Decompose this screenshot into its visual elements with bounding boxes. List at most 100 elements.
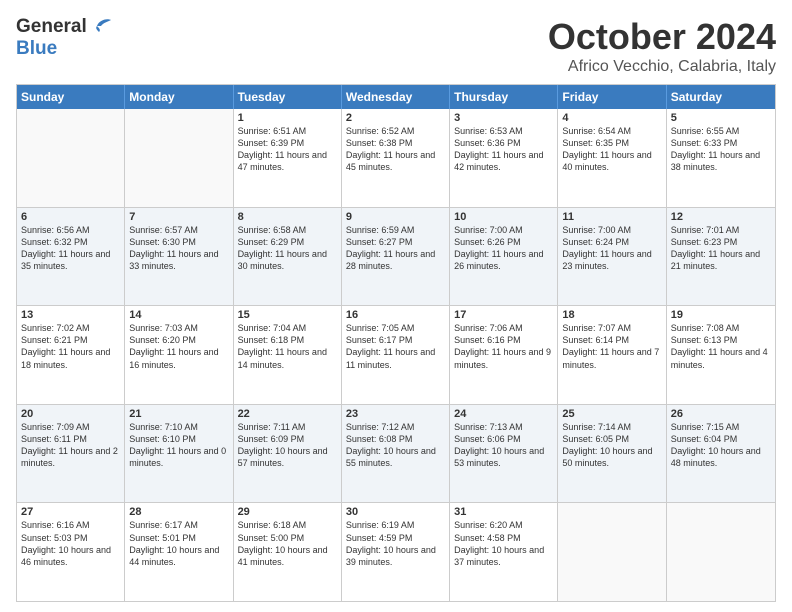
day-number: 10 [454,211,553,223]
logo-blue: Blue [16,38,57,59]
day-number: 31 [454,506,553,518]
day-cell-25: 25Sunrise: 7:14 AMSunset: 6:05 PMDayligh… [558,405,666,503]
day-cell-3: 3Sunrise: 6:53 AMSunset: 6:36 PMDaylight… [450,109,558,207]
calendar-body: 1Sunrise: 6:51 AMSunset: 6:39 PMDaylight… [17,109,775,601]
calendar-page: General Blue October 2024 Africo Vecchio… [0,0,792,612]
day-info: Sunrise: 7:00 AMSunset: 6:26 PMDaylight:… [454,224,553,273]
day-number: 19 [671,309,771,321]
empty-cell [558,503,666,601]
day-header-saturday: Saturday [667,85,775,109]
day-number: 22 [238,408,337,420]
day-cell-13: 13Sunrise: 7:02 AMSunset: 6:21 PMDayligh… [17,306,125,404]
day-number: 26 [671,408,771,420]
day-cell-2: 2Sunrise: 6:52 AMSunset: 6:38 PMDaylight… [342,109,450,207]
calendar-row-3: 13Sunrise: 7:02 AMSunset: 6:21 PMDayligh… [17,305,775,404]
day-info: Sunrise: 6:19 AMSunset: 4:59 PMDaylight:… [346,519,445,568]
day-cell-7: 7Sunrise: 6:57 AMSunset: 6:30 PMDaylight… [125,208,233,306]
day-cell-26: 26Sunrise: 7:15 AMSunset: 6:04 PMDayligh… [667,405,775,503]
month-title: October 2024 [548,16,776,58]
day-cell-1: 1Sunrise: 6:51 AMSunset: 6:39 PMDaylight… [234,109,342,207]
day-header-sunday: Sunday [17,85,125,109]
day-header-tuesday: Tuesday [234,85,342,109]
header: General Blue October 2024 Africo Vecchio… [16,16,776,76]
day-info: Sunrise: 6:52 AMSunset: 6:38 PMDaylight:… [346,125,445,174]
day-info: Sunrise: 7:11 AMSunset: 6:09 PMDaylight:… [238,421,337,470]
day-number: 2 [346,112,445,124]
day-number: 24 [454,408,553,420]
day-info: Sunrise: 7:15 AMSunset: 6:04 PMDaylight:… [671,421,771,470]
day-info: Sunrise: 7:02 AMSunset: 6:21 PMDaylight:… [21,322,120,371]
day-number: 5 [671,112,771,124]
day-number: 15 [238,309,337,321]
day-cell-30: 30Sunrise: 6:19 AMSunset: 4:59 PMDayligh… [342,503,450,601]
day-cell-31: 31Sunrise: 6:20 AMSunset: 4:58 PMDayligh… [450,503,558,601]
day-cell-5: 5Sunrise: 6:55 AMSunset: 6:33 PMDaylight… [667,109,775,207]
day-number: 21 [129,408,228,420]
day-number: 4 [562,112,661,124]
day-number: 3 [454,112,553,124]
day-number: 20 [21,408,120,420]
day-info: Sunrise: 6:20 AMSunset: 4:58 PMDaylight:… [454,519,553,568]
calendar-row-4: 20Sunrise: 7:09 AMSunset: 6:11 PMDayligh… [17,404,775,503]
day-info: Sunrise: 7:10 AMSunset: 6:10 PMDaylight:… [129,421,228,470]
day-info: Sunrise: 6:18 AMSunset: 5:00 PMDaylight:… [238,519,337,568]
calendar: SundayMondayTuesdayWednesdayThursdayFrid… [16,84,776,602]
day-cell-9: 9Sunrise: 6:59 AMSunset: 6:27 PMDaylight… [342,208,450,306]
day-number: 23 [346,408,445,420]
day-cell-8: 8Sunrise: 6:58 AMSunset: 6:29 PMDaylight… [234,208,342,306]
day-info: Sunrise: 6:58 AMSunset: 6:29 PMDaylight:… [238,224,337,273]
day-cell-22: 22Sunrise: 7:11 AMSunset: 6:09 PMDayligh… [234,405,342,503]
day-info: Sunrise: 7:09 AMSunset: 6:11 PMDaylight:… [21,421,120,470]
day-info: Sunrise: 7:07 AMSunset: 6:14 PMDaylight:… [562,322,661,371]
day-cell-12: 12Sunrise: 7:01 AMSunset: 6:23 PMDayligh… [667,208,775,306]
day-info: Sunrise: 7:03 AMSunset: 6:20 PMDaylight:… [129,322,228,371]
day-info: Sunrise: 7:00 AMSunset: 6:24 PMDaylight:… [562,224,661,273]
empty-cell [125,109,233,207]
day-info: Sunrise: 7:12 AMSunset: 6:08 PMDaylight:… [346,421,445,470]
day-number: 7 [129,211,228,223]
day-number: 16 [346,309,445,321]
calendar-row-5: 27Sunrise: 6:16 AMSunset: 5:03 PMDayligh… [17,502,775,601]
day-info: Sunrise: 7:06 AMSunset: 6:16 PMDaylight:… [454,322,553,371]
day-number: 9 [346,211,445,223]
day-info: Sunrise: 6:55 AMSunset: 6:33 PMDaylight:… [671,125,771,174]
day-header-wednesday: Wednesday [342,85,450,109]
day-cell-6: 6Sunrise: 6:56 AMSunset: 6:32 PMDaylight… [17,208,125,306]
day-cell-27: 27Sunrise: 6:16 AMSunset: 5:03 PMDayligh… [17,503,125,601]
day-number: 13 [21,309,120,321]
day-header-monday: Monday [125,85,233,109]
day-info: Sunrise: 7:08 AMSunset: 6:13 PMDaylight:… [671,322,771,371]
day-number: 8 [238,211,337,223]
logo-bird-icon [89,18,111,34]
day-number: 11 [562,211,661,223]
day-cell-4: 4Sunrise: 6:54 AMSunset: 6:35 PMDaylight… [558,109,666,207]
day-info: Sunrise: 6:53 AMSunset: 6:36 PMDaylight:… [454,125,553,174]
day-number: 27 [21,506,120,518]
day-number: 17 [454,309,553,321]
calendar-header: SundayMondayTuesdayWednesdayThursdayFrid… [17,85,775,109]
day-info: Sunrise: 7:04 AMSunset: 6:18 PMDaylight:… [238,322,337,371]
day-info: Sunrise: 6:57 AMSunset: 6:30 PMDaylight:… [129,224,228,273]
location-subtitle: Africo Vecchio, Calabria, Italy [548,58,776,76]
day-cell-28: 28Sunrise: 6:17 AMSunset: 5:01 PMDayligh… [125,503,233,601]
calendar-row-1: 1Sunrise: 6:51 AMSunset: 6:39 PMDaylight… [17,109,775,207]
day-cell-18: 18Sunrise: 7:07 AMSunset: 6:14 PMDayligh… [558,306,666,404]
day-number: 28 [129,506,228,518]
day-info: Sunrise: 6:59 AMSunset: 6:27 PMDaylight:… [346,224,445,273]
day-number: 18 [562,309,661,321]
day-number: 12 [671,211,771,223]
day-info: Sunrise: 6:16 AMSunset: 5:03 PMDaylight:… [21,519,120,568]
day-number: 25 [562,408,661,420]
empty-cell [17,109,125,207]
day-info: Sunrise: 6:51 AMSunset: 6:39 PMDaylight:… [238,125,337,174]
day-info: Sunrise: 7:05 AMSunset: 6:17 PMDaylight:… [346,322,445,371]
day-cell-16: 16Sunrise: 7:05 AMSunset: 6:17 PMDayligh… [342,306,450,404]
day-number: 1 [238,112,337,124]
day-cell-17: 17Sunrise: 7:06 AMSunset: 6:16 PMDayligh… [450,306,558,404]
logo: General Blue [16,16,111,60]
day-number: 29 [238,506,337,518]
day-info: Sunrise: 6:54 AMSunset: 6:35 PMDaylight:… [562,125,661,174]
day-info: Sunrise: 6:17 AMSunset: 5:01 PMDaylight:… [129,519,228,568]
day-cell-21: 21Sunrise: 7:10 AMSunset: 6:10 PMDayligh… [125,405,233,503]
day-info: Sunrise: 7:14 AMSunset: 6:05 PMDaylight:… [562,421,661,470]
